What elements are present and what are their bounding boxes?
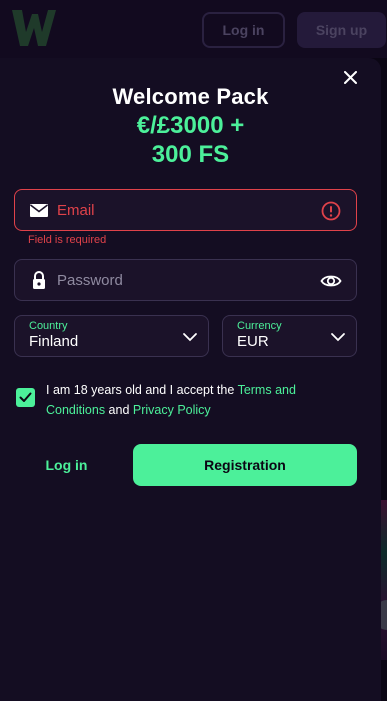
modal-title: Welcome Pack: [112, 84, 269, 109]
email-error-message: Field is required: [28, 234, 107, 246]
background-decoration: [381, 500, 387, 660]
page: Log in Sign up Welcome Pack €/£3000 + 30…: [0, 0, 387, 701]
promo-offer: €/£3000 + 300 FS: [0, 111, 381, 169]
registration-button[interactable]: Registration: [133, 444, 357, 486]
email-placeholder: Email: [57, 202, 95, 219]
registration-modal: Welcome Pack €/£3000 + 300 FS Email Fiel…: [0, 58, 381, 701]
promo-line-2: 300 FS: [151, 141, 230, 168]
eye-icon[interactable]: [320, 270, 342, 292]
country-value: Finland: [29, 333, 79, 350]
consent-text-middle: and: [105, 403, 133, 417]
consent-text: I am 18 years old and I accept the Terms…: [46, 380, 356, 420]
promo-line-1: €/£3000 +: [136, 112, 245, 139]
header-signup-button[interactable]: Sign up: [297, 12, 386, 48]
consent-text-before: I am 18 years old and I accept the: [46, 383, 238, 397]
chevron-down-icon: [331, 333, 345, 342]
password-placeholder: Password: [57, 272, 123, 289]
close-icon: [343, 70, 357, 84]
currency-select[interactable]: Currency EUR: [222, 315, 357, 357]
background-header: Log in Sign up: [0, 0, 387, 58]
checkmark-icon: [19, 392, 32, 402]
chevron-down-icon: [183, 333, 197, 342]
country-select[interactable]: Country Finland: [14, 315, 209, 357]
privacy-link[interactable]: Privacy Policy: [133, 403, 211, 417]
email-field[interactable]: Email: [14, 189, 357, 231]
logo-icon: [12, 10, 56, 46]
age-terms-checkbox[interactable]: [16, 388, 35, 407]
currency-value: EUR: [237, 333, 269, 350]
header-login-button[interactable]: Log in: [202, 12, 285, 48]
currency-label: Currency: [237, 320, 282, 332]
error-icon: [321, 201, 341, 221]
envelope-icon: [30, 204, 48, 217]
password-field[interactable]: Password: [14, 259, 357, 301]
login-button[interactable]: Log in: [20, 444, 113, 486]
lock-icon: [33, 271, 45, 289]
country-label: Country: [29, 320, 68, 332]
